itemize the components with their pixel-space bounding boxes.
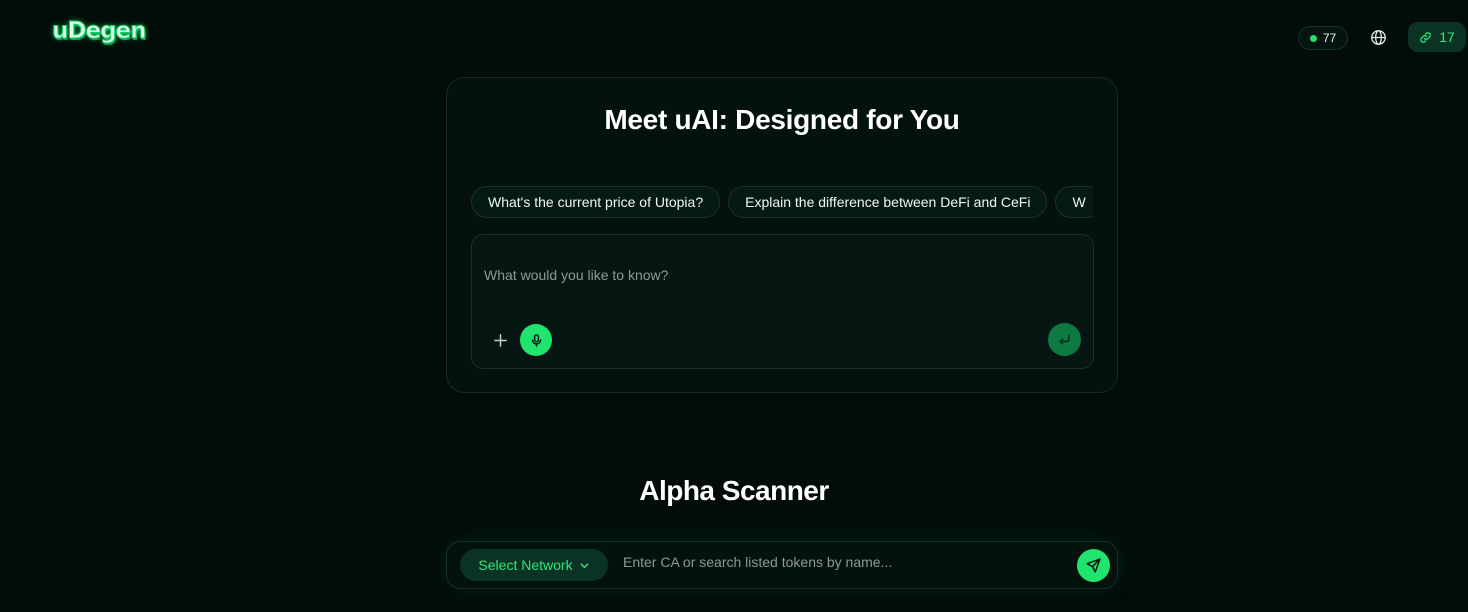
globe-icon	[1370, 29, 1386, 45]
suggestion-chip[interactable]: Explain the difference between DeFi and …	[728, 186, 1048, 218]
suggestion-chip[interactable]: What's the current price of Utopia?	[471, 186, 721, 218]
voice-input-button[interactable]	[520, 324, 552, 356]
status-dot-icon	[1309, 34, 1317, 42]
enter-icon	[1059, 334, 1070, 345]
language-button[interactable]	[1367, 26, 1389, 48]
assistant-title: Meet uAI: Designed for You	[604, 104, 960, 135]
page: uDegen 77 17 Meet uAI: Designed for You …	[0, 0, 1468, 612]
scan-send-button[interactable]	[1077, 549, 1110, 582]
token-search-input[interactable]	[623, 554, 1063, 570]
attach-button[interactable]	[490, 330, 510, 350]
points-count: 77	[1322, 31, 1337, 45]
referral-button[interactable]: 17	[1408, 22, 1466, 52]
referral-count: 17	[1439, 29, 1455, 45]
submit-prompt-button[interactable]	[1048, 323, 1081, 356]
network-label: Select Network	[478, 557, 573, 573]
prompt-input[interactable]	[484, 267, 1074, 283]
select-network-dropdown[interactable]: Select Network	[460, 549, 608, 581]
chevron-down-icon	[580, 562, 589, 568]
ai-assistant-card: Meet uAI: Designed for You What's the cu…	[446, 77, 1118, 393]
points-badge[interactable]: 77	[1298, 26, 1348, 50]
suggestion-chips: What's the current price of Utopia? Expl…	[471, 186, 1093, 220]
alpha-scanner-title: Alpha Scanner	[639, 475, 829, 506]
udegen-logo[interactable]: uDegen	[52, 18, 148, 45]
send-icon	[1086, 558, 1101, 573]
suggestion-chip[interactable]: W	[1055, 186, 1093, 218]
link-icon	[1420, 31, 1431, 43]
prompt-box	[471, 234, 1094, 369]
alpha-scanner-bar: Select Network	[446, 541, 1118, 589]
plus-icon	[493, 333, 507, 347]
microphone-icon	[531, 333, 541, 347]
